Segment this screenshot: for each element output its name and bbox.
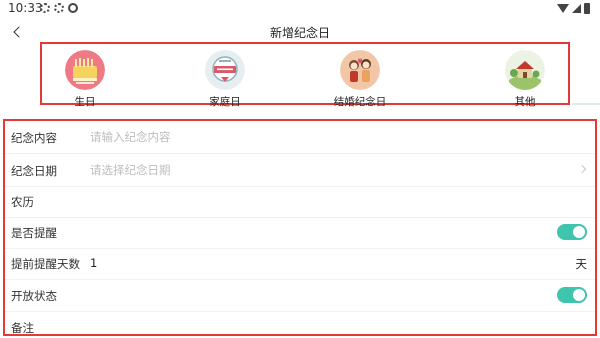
category-label: 家庭日 [209,96,241,108]
status-time: 10:33 [8,1,43,15]
category-label: 结婚纪念日 [333,96,387,108]
date-label: 纪念日期 [11,164,57,178]
toggle-knob [573,226,585,238]
toggle-knob [573,289,585,301]
chevron-right-icon [577,164,587,174]
note-row[interactable]: 备注 [5,311,595,338]
lunar-label: 农历 [11,195,34,209]
signal-icon [572,4,581,13]
category-selector: 生日 家庭日 结婚纪念日 其他 [40,42,570,108]
anniversary-form: 纪念内容 纪念日期 农历 是否提醒 提前提醒天数 1 天 开放状态 备注 [3,119,597,336]
wedding-couple-icon [340,50,380,90]
category-indicator [572,103,600,105]
remind-label: 是否提醒 [11,226,57,240]
content-label: 纪念内容 [11,131,57,145]
content-input[interactable] [90,130,510,144]
wifi-icon [557,4,569,13]
content-row: 纪念内容 [5,121,595,154]
nav-bar: 新增纪念日 [0,20,600,44]
advance-days-label: 提前提醒天数 [11,257,80,271]
category-label: 其他 [514,96,536,108]
birthday-cake-icon [65,50,105,90]
remind-row: 是否提醒 [5,216,595,249]
open-status-label: 开放状态 [11,289,57,303]
house-landscape-icon [505,50,545,90]
remind-toggle[interactable] [557,224,587,240]
open-status-toggle[interactable] [557,287,587,303]
circle-icon [68,3,78,13]
date-row[interactable]: 纪念日期 [5,154,595,187]
family-badge-icon [205,50,245,90]
category-label: 生日 [74,96,96,108]
battery-icon [584,3,590,14]
advance-days-unit: 天 [575,257,588,271]
note-label: 备注 [11,321,34,335]
open-status-row: 开放状态 [5,279,595,312]
advance-days-input[interactable]: 1 [90,256,97,270]
status-bar: 10:33 [0,0,600,18]
settings-icon [40,3,50,13]
advance-days-row: 提前提醒天数 1 天 [5,247,595,280]
category-birthday[interactable]: 生日 [40,48,130,108]
status-system-icons [557,3,590,14]
page-title: 新增纪念日 [269,26,330,40]
date-picker-field[interactable] [90,163,510,177]
lunar-row[interactable]: 农历 [5,185,595,218]
category-other[interactable]: 其他 [480,48,570,108]
category-wedding-anniversary[interactable]: 结婚纪念日 [315,48,405,108]
settings-icon [54,3,64,13]
category-family-day[interactable]: 家庭日 [180,48,270,108]
status-notification-icons [40,3,78,13]
